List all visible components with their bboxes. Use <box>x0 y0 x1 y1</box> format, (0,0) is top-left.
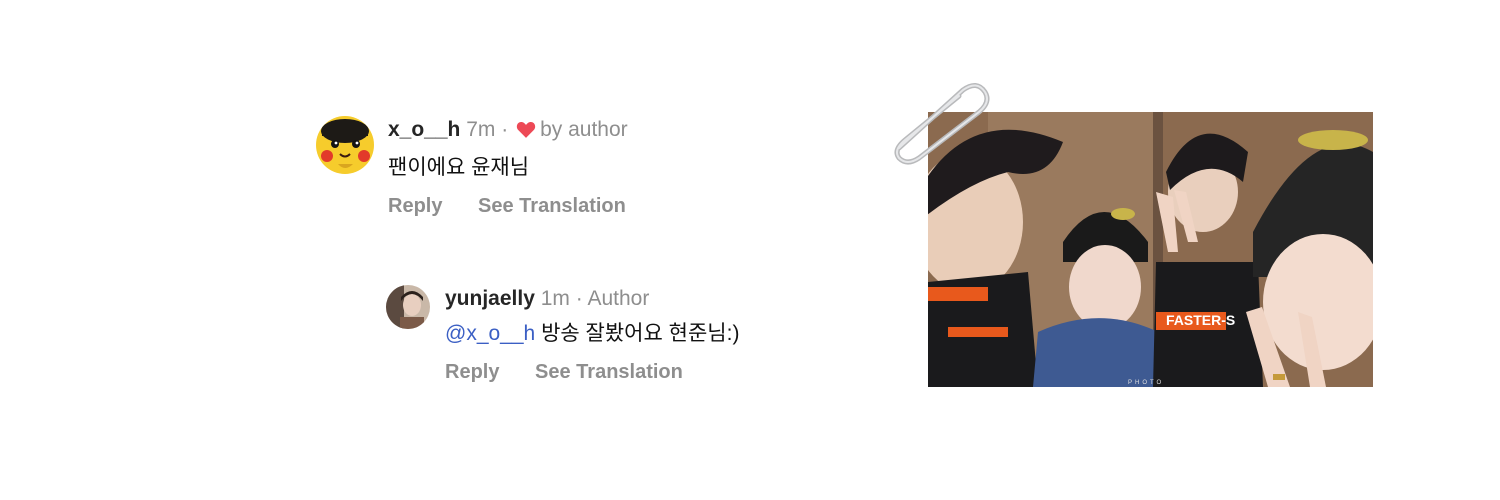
timestamp[interactable]: 7m <box>466 118 495 141</box>
see-translation-button[interactable]: See Translation <box>535 361 683 383</box>
username[interactable]: yunjaelly <box>445 287 535 310</box>
paperclip-icon <box>894 83 990 165</box>
comment-actions: Reply See Translation <box>445 361 865 384</box>
comment-body: yunjaelly 1m · Author @x_o__h 방송 잘봤어요 현준… <box>445 285 865 384</box>
photo-watermark: PHOTO <box>1128 380 1164 386</box>
comment-text: @x_o__h 방송 잘봤어요 현준님:) <box>445 319 865 349</box>
clipped-photo: FASTER-S PHOTO <box>885 78 1385 398</box>
comment-text: 팬이에요 윤재님 <box>388 156 530 179</box>
reply-button[interactable]: Reply <box>388 195 442 217</box>
heart-icon <box>516 119 536 147</box>
avatar[interactable] <box>386 285 430 329</box>
mention-link[interactable]: @x_o__h <box>445 322 535 345</box>
reply-button[interactable]: Reply <box>445 361 499 383</box>
jacket-print: FASTER-S <box>1166 312 1235 328</box>
user-photo-avatar-icon <box>386 285 430 329</box>
username[interactable]: x_o__h <box>388 118 460 141</box>
comment-actions: Reply See Translation <box>388 195 808 218</box>
pikachu-avatar-icon <box>316 116 374 174</box>
comment-meta: x_o__h 7m · by author <box>388 116 808 147</box>
see-translation-button[interactable]: See Translation <box>478 195 626 217</box>
separator-dot: · <box>575 287 583 310</box>
avatar[interactable] <box>316 116 374 174</box>
timestamp[interactable]: 1m <box>541 287 570 310</box>
liked-by-author-label: by author <box>540 118 628 141</box>
comment-body: x_o__h 7m · by author 팬이에요 윤재님 Reply See… <box>388 116 808 218</box>
comment-meta: yunjaelly 1m · Author <box>445 285 865 313</box>
author-badge: Author <box>587 287 650 310</box>
separator-dot: · <box>501 118 509 141</box>
comment-thread: x_o__h 7m · by author 팬이에요 윤재님 Reply See… <box>0 0 860 500</box>
comment-message: 방송 잘봤어요 현준님:) <box>541 322 740 345</box>
